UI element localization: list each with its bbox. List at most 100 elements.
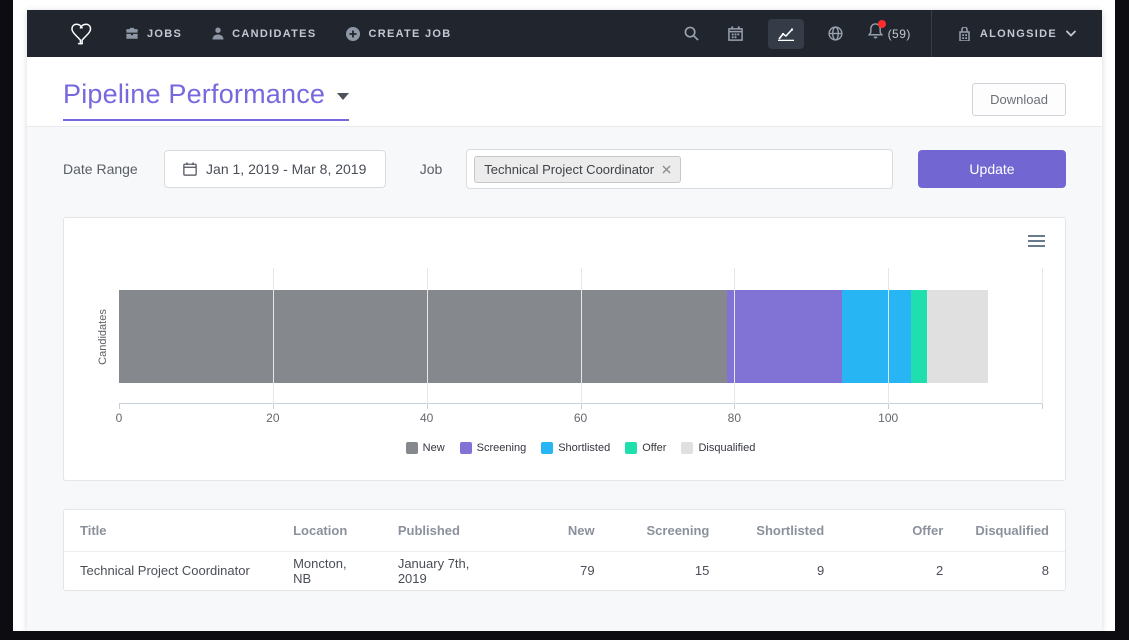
legend-swatch	[460, 442, 472, 454]
job-tag-label: Technical Project Coordinator	[484, 162, 654, 177]
gridline	[888, 268, 889, 404]
legend-item-disqualified[interactable]: Disqualified	[681, 442, 755, 454]
notification-count: (59)	[888, 27, 911, 41]
table-cell: January 7th, 2019	[382, 551, 507, 590]
legend-item-offer[interactable]: Offer	[625, 442, 666, 454]
table-header-cell: Title	[64, 510, 277, 551]
chevron-down-icon	[1066, 30, 1076, 37]
update-button[interactable]: Update	[918, 150, 1066, 188]
table-cell: Moncton, NB	[277, 551, 382, 590]
x-tick-label: 20	[266, 411, 279, 425]
gridline	[581, 268, 582, 404]
legend-item-screening[interactable]: Screening	[460, 442, 527, 454]
account-label: ALONGSIDE	[980, 28, 1057, 40]
account-menu[interactable]: ALONGSIDE	[932, 10, 1102, 57]
bar-segment-shortlisted[interactable]	[842, 290, 911, 383]
table-header-cell: Location	[277, 510, 382, 551]
stacked-bar	[119, 290, 988, 383]
results-table: TitleLocationPublishedNewScreeningShortl…	[64, 510, 1065, 590]
table-header-cell: Screening	[611, 510, 726, 551]
table-cell: 9	[725, 551, 840, 590]
close-icon[interactable]	[662, 165, 671, 174]
nav-right: (59) ALONGSIDE	[680, 10, 1102, 57]
bar-segment-disqualified[interactable]	[927, 290, 989, 383]
y-axis-title: Candidates	[95, 290, 111, 383]
user-icon	[212, 27, 224, 40]
table-cell: 79	[506, 551, 610, 590]
table-header-cell: Shortlisted	[725, 510, 840, 551]
bar-segment-new[interactable]	[119, 290, 727, 383]
table-cell: Technical Project Coordinator	[64, 551, 277, 590]
globe-icon[interactable]	[824, 26, 848, 41]
legend-item-shortlisted[interactable]: Shortlisted	[541, 442, 610, 454]
table-cell: 15	[611, 551, 726, 590]
chart-plot: Candidates	[119, 218, 1042, 404]
chart-card: Candidates 0 20 40 60 80 100 New Screening Shor…	[63, 217, 1066, 481]
job-select-input[interactable]: Technical Project Coordinator	[466, 149, 893, 189]
calendar-icon[interactable]	[724, 26, 748, 41]
bar-segment-offer[interactable]	[911, 290, 926, 383]
table-cell: 2	[840, 551, 959, 590]
x-tick-label: 0	[116, 411, 123, 425]
building-icon	[958, 27, 971, 41]
download-button[interactable]: Download	[972, 83, 1066, 116]
table-row[interactable]: Technical Project CoordinatorMoncton, NB…	[64, 551, 1065, 590]
analytics-chart-icon[interactable]	[768, 19, 804, 49]
legend-label: Screening	[477, 442, 527, 454]
table-header-row: TitleLocationPublishedNewScreeningShortl…	[64, 510, 1065, 551]
chart-legend: New Screening Shortlisted Offer Disqualified	[119, 442, 1042, 454]
nav-item-label: CREATE JOB	[368, 28, 451, 40]
search-icon[interactable]	[680, 26, 704, 41]
date-range-input[interactable]: Jan 1, 2019 - Mar 8, 2019	[164, 150, 386, 188]
x-tick-label: 100	[878, 411, 898, 425]
table-header-cell: Published	[382, 510, 507, 551]
gridline	[273, 268, 274, 404]
screen-frame: JOBS CANDIDATES CREATE JOB	[0, 0, 1129, 640]
briefcase-icon	[125, 27, 139, 40]
page-header: Pipeline Performance Download	[27, 57, 1102, 127]
notification-dot	[878, 20, 886, 28]
results-table-card: TitleLocationPublishedNewScreeningShortl…	[63, 509, 1066, 591]
alongside-logo[interactable]	[67, 20, 99, 48]
table-header-cell: Disqualified	[959, 510, 1065, 551]
legend-item-new[interactable]: New	[406, 442, 445, 454]
gridline	[1042, 268, 1043, 404]
report-selector[interactable]: Pipeline Performance	[63, 79, 349, 121]
x-tick-label: 40	[420, 411, 433, 425]
page-body: Date Range Jan 1, 2019 - Mar 8, 2019 Job…	[27, 127, 1102, 631]
caret-down-icon	[337, 93, 349, 100]
nav-item-candidates[interactable]: CANDIDATES	[212, 27, 316, 40]
gridline	[734, 268, 735, 404]
bar-segment-screening[interactable]	[727, 290, 842, 383]
legend-label: Disqualified	[698, 442, 755, 454]
x-axis-labels: 0 20 40 60 80 100	[119, 404, 1042, 428]
nav-item-create-job[interactable]: CREATE JOB	[346, 27, 451, 41]
legend-label: New	[423, 442, 445, 454]
notifications-button[interactable]: (59)	[868, 23, 911, 44]
table-header-cell: New	[506, 510, 610, 551]
date-range-value: Jan 1, 2019 - Mar 8, 2019	[206, 161, 366, 177]
legend-label: Shortlisted	[558, 442, 610, 454]
app-window: JOBS CANDIDATES CREATE JOB	[27, 10, 1102, 631]
calendar-small-icon	[183, 162, 197, 176]
nav-item-jobs[interactable]: JOBS	[125, 27, 182, 40]
date-range-label: Date Range	[63, 161, 138, 177]
x-tick-label: 80	[728, 411, 741, 425]
filter-row: Date Range Jan 1, 2019 - Mar 8, 2019 Job…	[63, 149, 1066, 189]
table-header-cell: Offer	[840, 510, 959, 551]
page-title: Pipeline Performance	[63, 79, 325, 110]
nav-menu: JOBS CANDIDATES CREATE JOB	[125, 27, 452, 41]
nav-item-label: CANDIDATES	[232, 28, 316, 40]
table-body: Technical Project CoordinatorMoncton, NB…	[64, 551, 1065, 590]
plus-circle-icon	[346, 27, 360, 41]
job-tag: Technical Project Coordinator	[474, 156, 681, 183]
navbar: JOBS CANDIDATES CREATE JOB	[27, 10, 1102, 57]
legend-swatch	[541, 442, 553, 454]
legend-swatch	[406, 442, 418, 454]
bell-icon	[868, 23, 883, 44]
table-cell: 8	[959, 551, 1065, 590]
axis-tick	[1042, 404, 1043, 409]
nav-item-label: JOBS	[147, 28, 182, 40]
job-label: Job	[420, 161, 443, 177]
x-tick-label: 60	[574, 411, 587, 425]
